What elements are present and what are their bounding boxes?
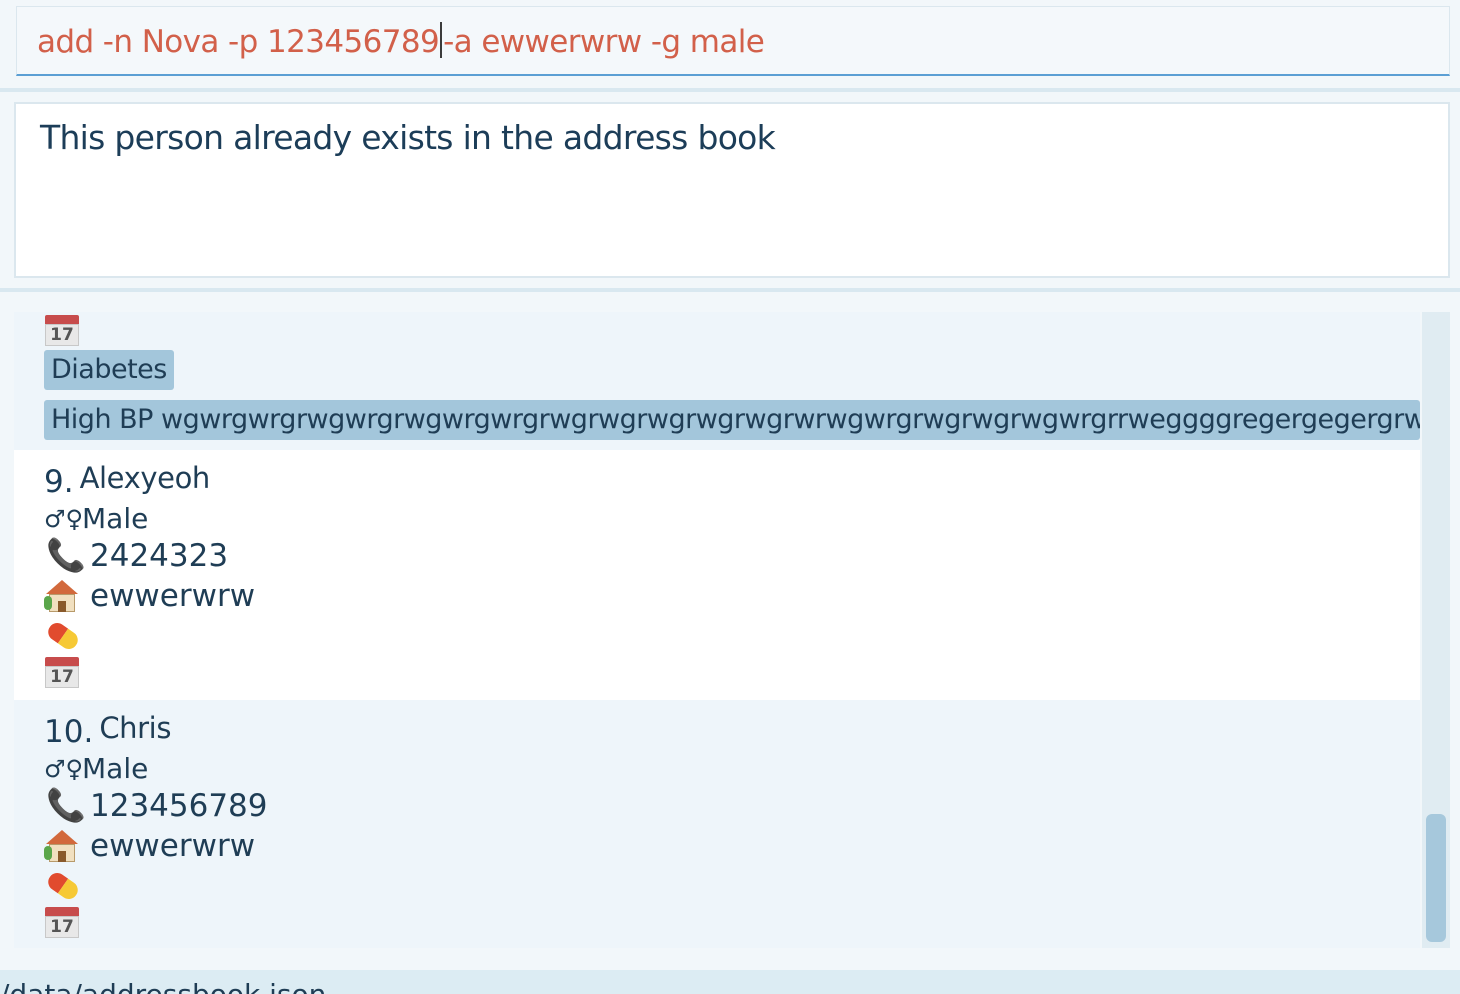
gender-row: ♂♀ Male: [44, 502, 148, 535]
appointment-row: 17: [44, 904, 90, 940]
medication-row: [44, 618, 90, 654]
person-phone: 2424323: [90, 538, 229, 574]
command-area: add -n Nova -p 123456789 -a ewwerwrw -g m…: [0, 0, 1460, 88]
result-display[interactable]: This person already exists in the addres…: [14, 102, 1450, 278]
result-area: This person already exists in the addres…: [0, 92, 1460, 288]
command-text: add -n Nova -p 123456789 -a ewwerwrw -g m…: [37, 22, 765, 60]
command-text-before-caret: add -n Nova -p 123456789: [37, 24, 440, 60]
text-caret: [440, 22, 443, 58]
scrollbar-thumb[interactable]: [1426, 814, 1446, 942]
phone-row: 📞 2424323: [44, 536, 229, 574]
pill-icon: [44, 868, 82, 904]
person-address: ewwerwrw: [90, 578, 256, 614]
tag-high-bp: High BP wgwrgwrgrwgwrgrwgwrgwrgrwgrwgrwg…: [44, 400, 1420, 440]
person-name-row: 9. Alexyeoh: [44, 460, 211, 500]
phone-row: 📞 123456789: [44, 786, 268, 824]
person-phone: 123456789: [90, 788, 268, 824]
person-address: ewwerwrw: [90, 828, 256, 864]
person-card-partial[interactable]: 17 Diabetes High BP wgwrgwrgrwgwrgrwgwrg…: [14, 312, 1420, 450]
person-list-panel: 17 Diabetes High BP wgwrgwrgrwgwrgrwgwrg…: [0, 292, 1460, 970]
result-message: This person already exists in the addres…: [40, 118, 776, 157]
person-list[interactable]: 17 Diabetes High BP wgwrgwrgrwgwrgrwgwrg…: [14, 312, 1420, 948]
medication-row: [44, 868, 90, 904]
house-icon: [44, 578, 80, 614]
status-file-path: /data/addressbook.json: [0, 978, 326, 994]
person-index: 9.: [44, 464, 74, 500]
person-index: 10.: [44, 714, 94, 750]
phone-icon: 📞: [46, 786, 86, 824]
person-gender: Male: [82, 502, 149, 535]
calendar-icon: 17: [44, 312, 80, 348]
command-input[interactable]: add -n Nova -p 123456789 -a ewwerwrw -g m…: [16, 6, 1450, 76]
phone-icon: 📞: [46, 536, 86, 574]
person-name: Chris: [99, 711, 172, 745]
pill-icon: [44, 618, 82, 654]
calendar-icon: 17: [44, 904, 80, 940]
gender-row: ♂♀ Male: [44, 752, 148, 785]
person-gender: Male: [82, 752, 149, 785]
list-scrollbar[interactable]: [1422, 312, 1450, 948]
house-icon: [44, 828, 80, 864]
person-card[interactable]: 9. Alexyeoh ♂♀ Male 📞 2424323 ewwerwrw 1…: [14, 450, 1420, 700]
gender-icon: ♂♀: [44, 754, 84, 783]
appointment-row: 17: [44, 312, 80, 348]
calendar-icon: 17: [44, 654, 80, 690]
address-row: ewwerwrw: [44, 578, 255, 614]
gender-icon: ♂♀: [44, 504, 84, 533]
person-card[interactable]: 10. Chris ♂♀ Male 📞 123456789 ewwerwrw 1…: [14, 700, 1420, 948]
command-text-after-caret: -a ewwerwrw -g male: [443, 24, 765, 60]
address-row: ewwerwrw: [44, 828, 255, 864]
status-bar: /data/addressbook.json: [0, 970, 1460, 994]
address-book-app: add -n Nova -p 123456789 -a ewwerwrw -g m…: [0, 0, 1460, 994]
person-name-row: 10. Chris: [44, 710, 172, 750]
tag-diabetes: Diabetes: [44, 350, 174, 390]
person-name: Alexyeoh: [79, 461, 211, 495]
appointment-row: 17: [44, 654, 90, 690]
